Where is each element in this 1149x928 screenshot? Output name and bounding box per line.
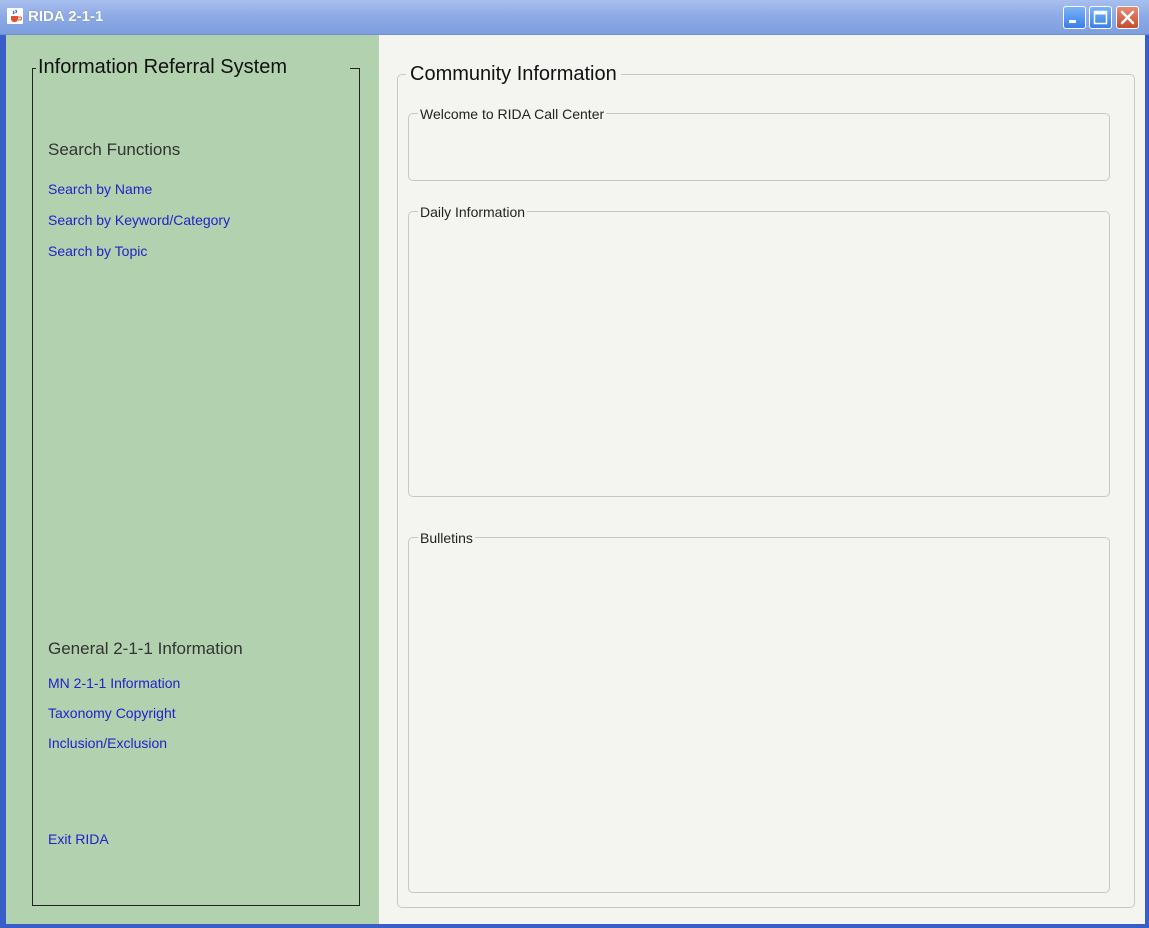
java-cup-icon <box>7 8 23 24</box>
window-bottom-border <box>0 924 1149 928</box>
search-by-keyword-link[interactable]: Search by Keyword/Category <box>48 212 230 228</box>
sidebar-title: Information Referral System <box>36 56 289 79</box>
search-by-name-link[interactable]: Search by Name <box>48 181 152 197</box>
welcome-label: Welcome to RIDA Call Center <box>418 106 607 122</box>
inclusion-exclusion-link[interactable]: Inclusion/Exclusion <box>48 735 167 751</box>
close-icon <box>1120 10 1135 25</box>
content-area: Information Referral System Search Funct… <box>6 35 1145 924</box>
daily-info-group <box>408 211 1110 497</box>
bulletins-label: Bulletins <box>418 530 475 546</box>
mn-211-info-link[interactable]: MN 2-1-1 Information <box>48 675 180 691</box>
welcome-group <box>408 113 1110 181</box>
bulletins-group <box>408 537 1110 893</box>
sidebar-frame-edge <box>350 68 360 69</box>
window-title: RIDA 2-1-1 <box>28 8 104 25</box>
maximize-button[interactable] <box>1089 6 1112 29</box>
daily-info-label: Daily Information <box>418 204 528 220</box>
close-button[interactable] <box>1116 6 1139 29</box>
sidebar: Information Referral System Search Funct… <box>6 35 379 924</box>
search-functions-heading: Search Functions <box>48 140 181 159</box>
general-info-heading: General 2-1-1 Information <box>48 639 243 658</box>
taxonomy-copyright-link[interactable]: Taxonomy Copyright <box>48 705 176 721</box>
exit-rida-link[interactable]: Exit RIDA <box>48 831 109 847</box>
maximize-icon <box>1093 10 1108 25</box>
minimize-icon <box>1069 20 1076 23</box>
application-window: RIDA 2-1-1 Information Referral System S… <box>0 0 1149 928</box>
minimize-button[interactable] <box>1063 6 1086 29</box>
search-by-topic-link[interactable]: Search by Topic <box>48 243 147 259</box>
community-info-title: Community Information <box>406 63 621 86</box>
title-bar[interactable]: RIDA 2-1-1 <box>0 0 1149 35</box>
